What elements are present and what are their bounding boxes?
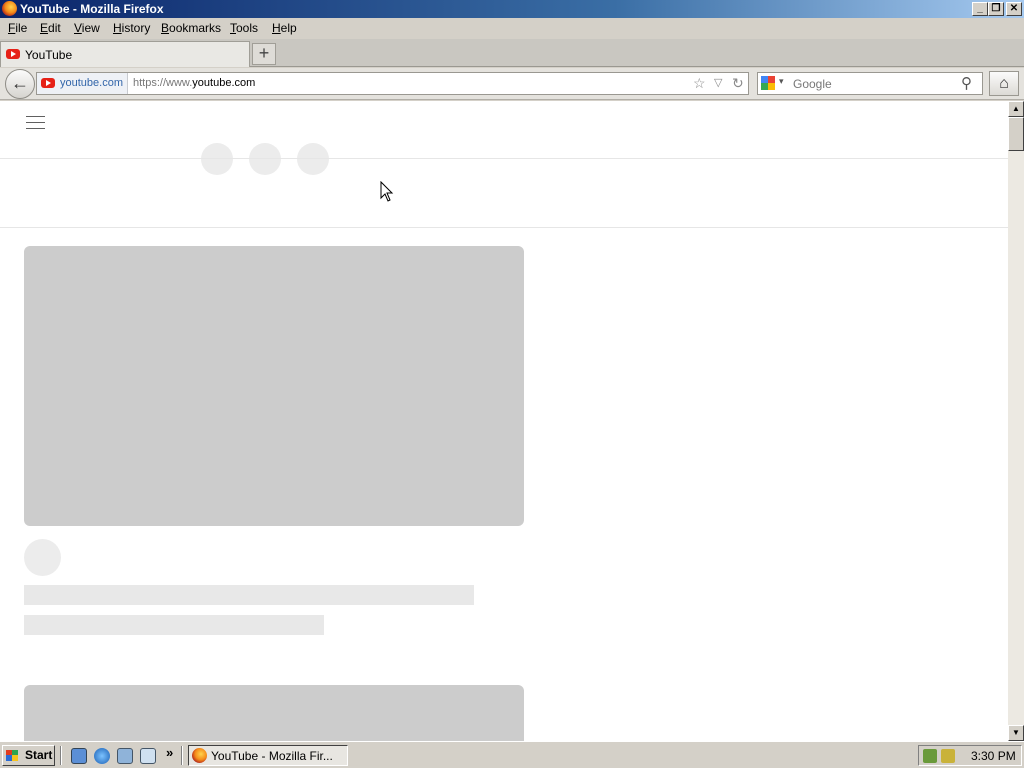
menu-history[interactable]: History xyxy=(113,21,150,36)
internet-explorer-icon[interactable] xyxy=(94,748,110,764)
address-bar[interactable]: youtube.com https://www.youtube.com ☆ ▽ … xyxy=(36,72,749,95)
search-box[interactable]: ▾ Google ⚲ xyxy=(757,72,983,95)
system-tray: 3:30 PM xyxy=(918,745,1022,766)
chip-bar-divider xyxy=(0,227,1008,228)
skeleton-circle xyxy=(201,143,233,175)
maximize-button[interactable]: ❐ xyxy=(988,2,1004,16)
menu-help[interactable]: Help xyxy=(272,21,297,36)
navigation-toolbar: youtube.com https://www.youtube.com ☆ ▽ … xyxy=(0,68,1024,100)
new-tab-button[interactable]: + xyxy=(252,43,276,65)
search-files-icon[interactable] xyxy=(140,748,156,764)
site-identity-button[interactable]: youtube.com xyxy=(37,73,128,94)
search-placeholder: Google xyxy=(793,77,832,91)
tab-label: YouTube xyxy=(25,48,73,62)
menu-tools[interactable]: Tools xyxy=(230,21,258,36)
title-placeholder xyxy=(24,585,474,605)
google-icon[interactable] xyxy=(761,76,775,90)
skeleton-circle xyxy=(249,143,281,175)
clock[interactable]: 3:30 PM xyxy=(971,749,1016,763)
url-text[interactable]: https://www.youtube.com xyxy=(133,77,255,89)
bookmark-star-icon[interactable]: ☆ xyxy=(693,74,706,92)
taskbar-separator xyxy=(60,746,62,765)
menu-file[interactable]: File xyxy=(8,21,27,36)
tab-youtube[interactable]: YouTube xyxy=(0,41,250,67)
menu-icon[interactable] xyxy=(26,114,46,130)
page-content xyxy=(0,101,1008,741)
back-button[interactable]: ← xyxy=(5,69,35,99)
search-icon[interactable]: ⚲ xyxy=(961,74,972,92)
reload-icon[interactable]: ↻ xyxy=(732,74,744,92)
search-engine-dropdown-icon[interactable]: ▾ xyxy=(779,76,784,87)
minimize-button[interactable]: _ xyxy=(972,2,988,16)
history-dropdown-icon[interactable]: ▽ xyxy=(714,74,722,92)
start-button[interactable]: Start xyxy=(2,745,55,766)
firefox-icon xyxy=(2,1,17,16)
header-divider xyxy=(0,158,1008,159)
outlook-express-icon[interactable] xyxy=(117,748,133,764)
tab-strip: YouTube + xyxy=(0,39,1024,67)
show-desktop-icon[interactable] xyxy=(71,748,87,764)
windows-logo-icon xyxy=(6,750,18,761)
youtube-icon xyxy=(6,49,20,59)
close-button[interactable]: ✕ xyxy=(1006,2,1022,16)
taskbar-item-label: YouTube - Mozilla Fir... xyxy=(211,749,333,763)
scroll-up-button[interactable]: ▲ xyxy=(1008,101,1024,117)
security-icon[interactable] xyxy=(941,749,955,763)
menu-edit[interactable]: Edit xyxy=(40,21,61,36)
quick-launch-chevron[interactable]: » xyxy=(166,745,173,760)
home-button[interactable]: ⌂ xyxy=(989,71,1019,96)
title-bar: YouTube - Mozilla Firefox _ ❐ ✕ xyxy=(0,0,1024,18)
video-thumbnail-placeholder[interactable] xyxy=(24,246,524,526)
skeleton-circle xyxy=(297,143,329,175)
network-icon[interactable] xyxy=(923,749,937,763)
menu-bar: File Edit View History Bookmarks Tools H… xyxy=(0,18,1024,39)
scroll-thumb[interactable] xyxy=(1008,117,1024,151)
window-title: YouTube - Mozilla Firefox xyxy=(20,2,164,16)
taskbar-separator xyxy=(181,746,183,765)
identity-label: youtube.com xyxy=(60,77,123,89)
mouse-cursor-icon xyxy=(380,181,394,202)
taskbar-item-firefox[interactable]: YouTube - Mozilla Fir... xyxy=(188,745,348,766)
youtube-icon xyxy=(41,78,55,88)
firefox-icon xyxy=(192,748,207,763)
vertical-scrollbar[interactable]: ▲ ▼ xyxy=(1008,101,1024,741)
metadata-placeholder xyxy=(24,615,324,635)
menu-view[interactable]: View xyxy=(74,21,100,36)
video-thumbnail-placeholder[interactable] xyxy=(24,685,524,741)
menu-bookmarks[interactable]: Bookmarks xyxy=(161,21,221,36)
channel-avatar-placeholder xyxy=(24,539,61,576)
scroll-down-button[interactable]: ▼ xyxy=(1008,725,1024,741)
taskbar: Start » YouTube - Mozilla Fir... 3:30 PM xyxy=(0,741,1024,768)
